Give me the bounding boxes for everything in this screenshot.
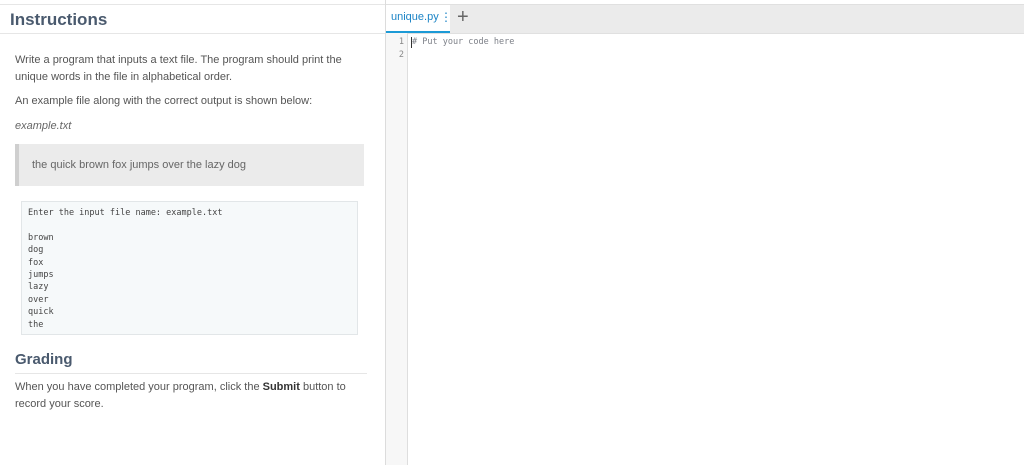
line-number-gutter: 1 2 bbox=[386, 33, 408, 465]
output-line: brown bbox=[28, 232, 54, 243]
instructions-title: Instructions bbox=[10, 10, 108, 29]
output-line: over bbox=[28, 294, 49, 305]
grading-title: Grading bbox=[15, 351, 73, 368]
grading-text: When you have completed your program, cl… bbox=[15, 379, 355, 413]
code-line[interactable]: # Put your code here bbox=[412, 37, 514, 47]
editor-tab-bar: unique.py ⋮ + bbox=[386, 4, 1024, 34]
line-number: 1 bbox=[398, 37, 404, 47]
tab-unique-py[interactable]: unique.py ⋮ bbox=[386, 5, 452, 33]
instructions-paragraph: Write a program that inputs a text file.… bbox=[15, 54, 342, 83]
example-file-text: the quick brown fox jumps over the lazy … bbox=[32, 159, 247, 171]
output-line: lazy bbox=[28, 282, 49, 293]
example-file-contents: the quick brown fox jumps over the lazy … bbox=[15, 144, 364, 186]
output-line: the bbox=[28, 319, 44, 330]
code-editor[interactable]: unique.py ⋮ + 1 2 # Put your code here bbox=[386, 0, 1024, 465]
example-filename: example.txt bbox=[15, 120, 72, 132]
output-line: Enter the input file name: example.txt bbox=[28, 208, 223, 218]
output-line: fox bbox=[28, 257, 44, 268]
divider bbox=[15, 373, 367, 374]
tab-label: unique.py bbox=[391, 11, 439, 23]
output-line: jumps bbox=[28, 269, 54, 280]
instructions-paragraph: An example file along with the correct o… bbox=[15, 95, 313, 107]
submit-word: Submit bbox=[262, 381, 300, 393]
plus-icon[interactable]: + bbox=[457, 6, 469, 29]
output-line: quick bbox=[28, 307, 54, 318]
sample-output-box: Enter the input file name: example.txt b… bbox=[21, 201, 358, 335]
instructions-panel: Instructions Write a program that inputs… bbox=[0, 0, 386, 465]
line-number: 2 bbox=[398, 50, 404, 60]
output-line: dog bbox=[28, 245, 44, 256]
grading-text-before: When you have completed your program, cl… bbox=[15, 381, 263, 393]
instructions-header: Instructions bbox=[0, 4, 385, 34]
vertical-ellipsis-icon[interactable]: ⋮ bbox=[440, 10, 452, 24]
